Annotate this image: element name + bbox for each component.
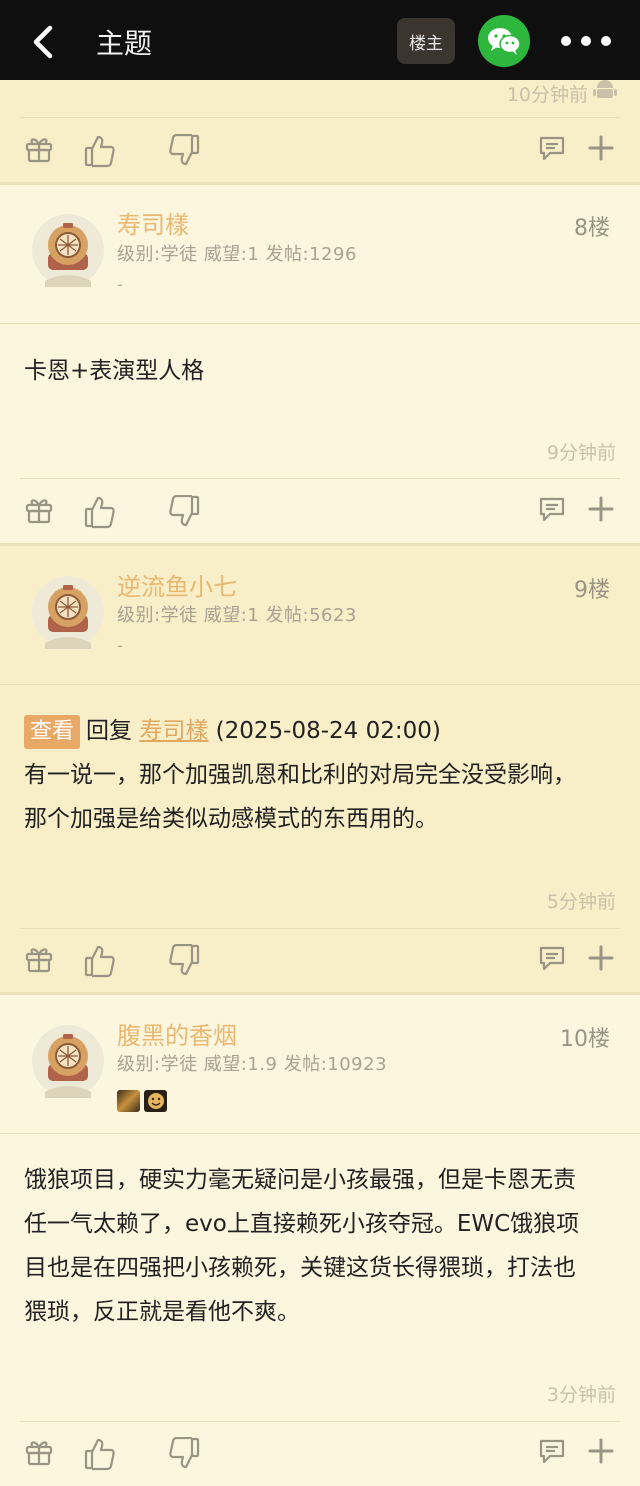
gift-icon [25,138,53,163]
like-button[interactable] [84,134,116,168]
floor-number: 9楼 [574,578,610,603]
android-icon [593,80,617,98]
gift-button[interactable] [24,134,54,164]
thumbs-down-icon [169,1437,200,1469]
add-button[interactable] [588,135,614,161]
post-content: 饿狼项目，硬实力毫无疑问是小孩最强，但是卡恩无责 任一气太赖了，evo上直接赖死… [24,1158,620,1334]
divider [20,1421,620,1422]
diving-helmet-avatar-icon [32,576,104,649]
badge-icon [117,1090,140,1112]
username[interactable]: 腹黑的香烟 [117,1016,237,1051]
thumbs-up-icon [84,135,115,168]
floor-number: 10楼 [560,1027,610,1052]
divider [20,478,620,479]
chevron-left-icon [33,25,53,59]
only-owner-button[interactable]: 楼主 [397,18,455,64]
user-signature: - [117,636,123,655]
add-button[interactable] [588,1438,614,1464]
post-time: 10分钟前 [506,84,588,106]
username[interactable]: 寿司樣 [117,205,189,240]
comment-icon [539,1439,565,1464]
like-button[interactable] [84,495,116,529]
plus-icon [588,496,614,522]
post-content-line: 饿狼项目，硬实力毫无疑问是小孩最强，但是卡恩无责 [24,1167,576,1193]
post-content-line: 任一气太赖了，evo上直接赖死小孩夺冠。EWC饿狼项 [24,1211,580,1237]
view-quote-button[interactable]: 查看 [24,715,81,749]
comment-button[interactable] [538,495,566,523]
top-nav-bar: 主题 楼主 [0,0,640,80]
post-content-line: 猥琐，反正就是看他不爽。 [24,1299,300,1325]
diving-helmet-avatar-icon [32,214,104,287]
comment-icon [539,136,565,161]
reply-username-link[interactable]: 寿司樣 [139,718,208,744]
plus-icon [588,1438,614,1464]
thumbs-up-icon [84,1438,115,1471]
floor-number: 8楼 [574,216,610,241]
gift-icon [25,1441,53,1466]
post-time: 5分钟前 [546,891,616,913]
like-button[interactable] [84,1437,116,1471]
reply-quote-line: 查看 回复 寿司樣 (2025-08-24 02:00) [24,709,620,753]
thumbs-up-icon [84,945,115,978]
divider [0,684,640,685]
user-meta: 级别:学徒 威望:1.9 发帖:10923 [117,1054,388,1075]
wechat-share-button[interactable] [478,15,530,67]
avatar[interactable] [31,1024,105,1098]
dislike-button[interactable] [168,1437,200,1471]
comment-icon [539,497,565,522]
user-meta: 级别:学徒 威望:1 发帖:1296 [117,244,357,265]
add-button[interactable] [588,945,614,971]
gift-icon [25,499,53,524]
dislike-button[interactable] [168,495,200,529]
thumbs-down-icon [169,495,200,527]
comment-button[interactable] [538,1437,566,1465]
thumbs-down-icon [169,944,200,976]
back-button[interactable] [22,20,66,64]
dislike-button[interactable] [168,134,200,168]
wechat-icon [488,28,521,55]
avatar[interactable] [31,213,105,287]
gift-icon [25,948,53,973]
user-meta: 级别:学徒 威望:1 发帖:5623 [117,605,357,626]
gift-button[interactable] [24,944,54,974]
post-content: 查看 回复 寿司樣 (2025-08-24 02:00) 有一说一，那个加强凯恩和… [24,709,620,841]
divider [0,323,640,324]
reply-timestamp: (2025-08-24 02:00) [215,718,441,744]
divider [20,928,620,929]
more-options-button[interactable] [556,30,616,52]
post-time: 9分钟前 [546,442,616,464]
more-dots-icon [561,36,611,46]
thumbs-up-icon [84,496,115,529]
add-button[interactable] [588,496,614,522]
avatar[interactable] [31,575,105,649]
like-button[interactable] [84,944,116,978]
divider [20,117,620,118]
gift-button[interactable] [24,495,54,525]
page-title: 主题 [96,27,153,60]
user-signature: - [117,275,123,294]
smile-badge-icon [144,1090,167,1112]
username[interactable]: 逆流鱼小七 [117,567,237,602]
comment-icon [539,946,565,971]
plus-icon [588,135,614,161]
gift-button[interactable] [24,1437,54,1467]
dislike-button[interactable] [168,944,200,978]
plus-icon [588,945,614,971]
post-content-line: 那个加强是给类似动感模式的东西用的。 [24,806,438,832]
divider [0,1133,640,1134]
reply-prefix: 回复 [86,718,133,744]
post-content-line: 有一说一，那个加强凯恩和比利的对局完全没受影响， [24,762,576,788]
user-badges [117,1090,167,1112]
comment-button[interactable] [538,944,566,972]
thumbs-down-icon [169,134,200,166]
post-content: 卡恩+表演型人格 [24,358,205,384]
post-time: 3分钟前 [546,1384,616,1406]
post-content-line: 目也是在四强把小孩赖死，关键这货长得猥琐，打法也 [24,1255,576,1281]
comment-button[interactable] [538,134,566,162]
diving-helmet-avatar-icon [32,1025,104,1098]
